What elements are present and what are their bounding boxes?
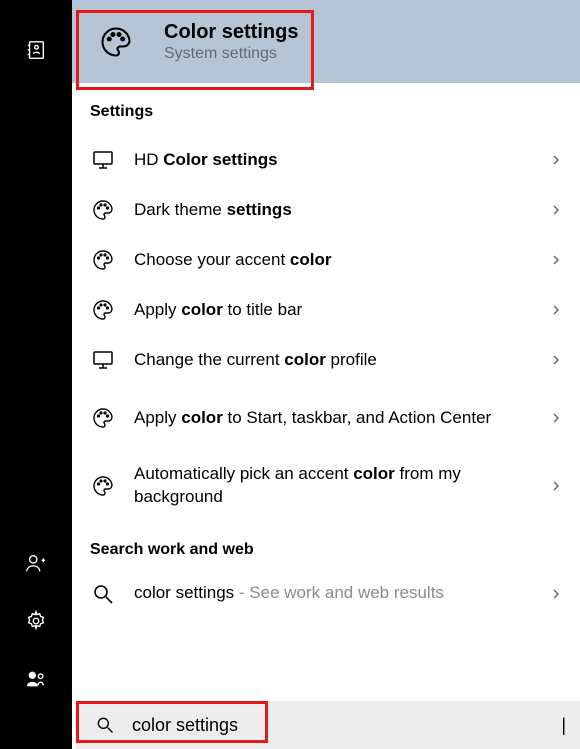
result-label: HD Color settings	[134, 149, 546, 172]
settings-results-list: HD Color settings Dark theme settings	[72, 135, 580, 521]
result-change-color-profile[interactable]: Change the current color profile	[72, 335, 580, 385]
search-box[interactable]: |	[76, 701, 580, 749]
result-choose-accent-color[interactable]: Choose your accent color	[72, 235, 580, 285]
palette-icon	[90, 297, 116, 323]
palette-icon	[90, 405, 116, 431]
chevron-right-icon	[546, 200, 566, 220]
result-label: Apply color to title bar	[134, 299, 546, 322]
search-input[interactable]	[132, 715, 565, 736]
add-person-icon[interactable]	[24, 551, 48, 575]
result-color-title-bar[interactable]: Apply color to title bar	[72, 285, 580, 335]
result-web-color-settings[interactable]: color settings - See work and web result…	[72, 573, 580, 621]
chevron-right-icon	[546, 150, 566, 170]
result-label: Apply color to Start, taskbar, and Actio…	[134, 407, 546, 430]
chevron-right-icon	[546, 300, 566, 320]
result-auto-accent-color[interactable]: Automatically pick an accent color from …	[72, 451, 580, 521]
caret: |	[561, 715, 566, 736]
best-match-result[interactable]: Color settings System settings	[72, 0, 580, 83]
result-label: color settings - See work and web result…	[134, 582, 546, 605]
web-section-header: Search work and web	[72, 521, 580, 573]
monitor-icon	[90, 347, 116, 373]
palette-icon	[90, 473, 116, 499]
chevron-right-icon	[546, 408, 566, 428]
feedback-icon[interactable]	[24, 667, 48, 691]
result-label: Automatically pick an accent color from …	[134, 463, 546, 509]
result-label: Choose your accent color	[134, 249, 546, 272]
chevron-right-icon	[546, 476, 566, 496]
chevron-right-icon	[546, 350, 566, 370]
result-label: Dark theme settings	[134, 199, 546, 222]
settings-section-header: Settings	[72, 83, 580, 135]
chevron-right-icon	[546, 250, 566, 270]
best-match-title: Color settings	[164, 20, 298, 45]
search-icon	[94, 714, 116, 736]
palette-icon	[90, 197, 116, 223]
monitor-icon	[90, 147, 116, 173]
notebook-icon[interactable]	[24, 38, 48, 62]
result-label: Change the current color profile	[134, 349, 546, 372]
settings-gear-icon[interactable]	[24, 609, 48, 633]
result-dark-theme-settings[interactable]: Dark theme settings	[72, 185, 580, 235]
search-icon	[90, 581, 116, 607]
cortana-rail	[0, 0, 72, 749]
best-match-subtitle: System settings	[164, 45, 298, 63]
result-color-start-taskbar[interactable]: Apply color to Start, taskbar, and Actio…	[72, 385, 580, 451]
palette-icon	[90, 247, 116, 273]
chevron-right-icon	[546, 584, 566, 604]
palette-icon	[96, 22, 136, 62]
search-results-panel: Color settings System settings Settings …	[72, 0, 580, 749]
result-hd-color-settings[interactable]: HD Color settings	[72, 135, 580, 185]
